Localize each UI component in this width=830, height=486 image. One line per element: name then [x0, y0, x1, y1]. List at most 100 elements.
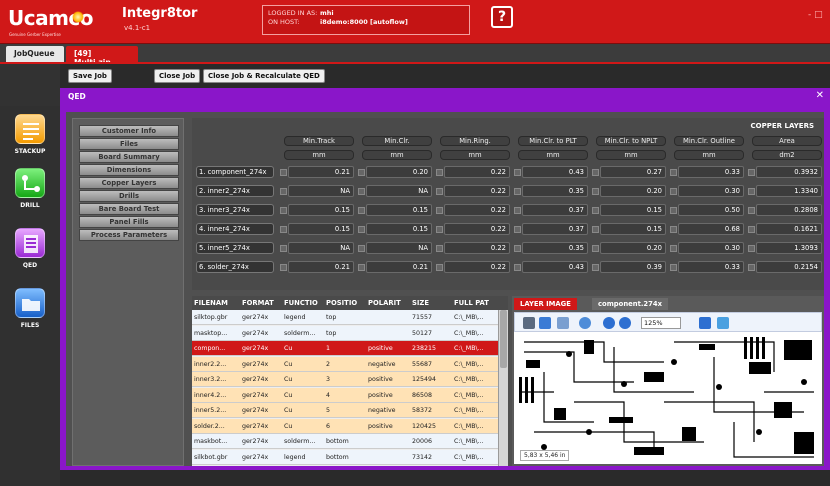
fullscreen-icon[interactable]: [717, 317, 729, 329]
copper-cell-checkbox[interactable]: [592, 207, 599, 214]
files-table-row[interactable]: masktop... ger274x solderm... top 50127 C:\_M…: [192, 325, 498, 341]
copper-cell-checkbox[interactable]: [436, 226, 443, 233]
copper-cell-checkbox[interactable]: [514, 264, 521, 271]
files-table-row[interactable]: inner2.2... ger274x Cu 2 negative 55687 C:\_MB…: [192, 356, 498, 372]
zoom-out-icon[interactable]: [603, 317, 615, 329]
copper-cell-checkbox[interactable]: [670, 207, 677, 214]
save-job-button[interactable]: Save Job: [68, 69, 112, 83]
zoom-in-icon[interactable]: [619, 317, 631, 329]
copper-cell-checkbox[interactable]: [358, 188, 365, 195]
close-job-button[interactable]: Close Job: [154, 69, 201, 83]
pcb-layer-image[interactable]: 5,83 x 5,46 in: [514, 332, 822, 464]
copper-cell-checkbox[interactable]: [358, 226, 365, 233]
copper-cell-checkbox[interactable]: [436, 169, 443, 176]
copper-cell-checkbox[interactable]: [670, 264, 677, 271]
copper-cell-checkbox[interactable]: [592, 169, 599, 176]
copper-cell-checkbox[interactable]: [748, 207, 755, 214]
side-bare-board-test[interactable]: Bare Board Test: [79, 203, 179, 215]
side-process-parameters[interactable]: Process Parameters: [79, 229, 179, 241]
nav-files[interactable]: FILES: [10, 288, 50, 336]
refresh-icon[interactable]: [579, 317, 591, 329]
copper-cell-checkbox[interactable]: [670, 188, 677, 195]
copper-cell-checkbox[interactable]: [748, 264, 755, 271]
files-table-row[interactable]: inner5.2... ger274x Cu 5 negative 58372 C:\_MB…: [192, 403, 498, 418]
files-cell-name: solder.2...: [194, 422, 225, 430]
copper-cell: NA: [366, 185, 432, 197]
files-col-header[interactable]: POSITIO: [326, 299, 357, 307]
window-controls[interactable]: - □: [808, 10, 823, 20]
copper-cell-checkbox[interactable]: [280, 169, 287, 176]
help-button[interactable]: ?: [491, 6, 513, 28]
files-table-row[interactable]: compon... ger274x Cu 1 positive 238215 C:\_MB\…: [192, 341, 498, 356]
side-customer-info[interactable]: Customer Info: [79, 125, 179, 137]
copper-cell-checkbox[interactable]: [670, 245, 677, 252]
files-col-header[interactable]: FILENAM: [194, 299, 228, 307]
nav-qed[interactable]: QED: [10, 228, 50, 276]
save-icon[interactable]: [539, 317, 551, 329]
fit-icon[interactable]: [699, 317, 711, 329]
copper-cell-checkbox[interactable]: [592, 188, 599, 195]
copper-cell-checkbox[interactable]: [514, 207, 521, 214]
copper-cell-checkbox[interactable]: [748, 188, 755, 195]
files-table-row[interactable]: silktop.gbr ger274x legend top 71557 C:\_MB\.…: [192, 310, 498, 325]
copper-cell-checkbox[interactable]: [670, 169, 677, 176]
files-cell-format: ger274x: [242, 407, 269, 414]
close-recalc-button[interactable]: Close Job & Recalculate QED: [203, 69, 325, 83]
copper-cell-checkbox[interactable]: [280, 226, 287, 233]
files-scrollbar[interactable]: [498, 310, 508, 466]
side-drills[interactable]: Drills: [79, 190, 179, 202]
files-table-row[interactable]: silkbot.gbr ger274x legend bottom 73142 C:\_M…: [192, 449, 498, 465]
nav-drill[interactable]: DRILL: [10, 168, 50, 216]
tab-layer-image[interactable]: LAYER IMAGE: [514, 298, 577, 310]
side-board-summary[interactable]: Board Summary: [79, 151, 179, 163]
copper-cell-checkbox[interactable]: [748, 169, 755, 176]
files-col-header[interactable]: SIZE: [412, 299, 429, 307]
side-panel-fills[interactable]: Panel Fills: [79, 216, 179, 228]
copper-cell-checkbox[interactable]: [358, 245, 365, 252]
files-table-row[interactable]: inner4.2... ger274x Cu 4 positive 86508 C:\_MB…: [192, 387, 498, 403]
files-col-header[interactable]: FUNCTIO: [284, 299, 318, 307]
side-files[interactable]: Files: [79, 138, 179, 150]
copper-cell-checkbox[interactable]: [514, 226, 521, 233]
copper-cell-checkbox[interactable]: [280, 264, 287, 271]
files-table-row[interactable]: solder.2... ger274x Cu 6 positive 120425 C:\_M…: [192, 418, 498, 434]
copper-row-label: 4. inner4_274x: [196, 223, 274, 235]
copper-cell-checkbox[interactable]: [514, 245, 521, 252]
copper-cell-checkbox[interactable]: [748, 245, 755, 252]
scroll-thumb[interactable]: [500, 310, 507, 368]
files-table-row[interactable]: maskbot... ger274x solderm... bottom 20006 C:…: [192, 434, 498, 449]
tab-layer-file[interactable]: component.274x: [592, 298, 669, 310]
tab-jobqueue[interactable]: JobQueue: [6, 46, 64, 62]
copper-cell-checkbox[interactable]: [280, 188, 287, 195]
copper-cell-checkbox[interactable]: [514, 188, 521, 195]
copper-cell-checkbox[interactable]: [748, 226, 755, 233]
nav-stackup[interactable]: STACKUP: [10, 114, 50, 162]
copper-cell-checkbox[interactable]: [280, 207, 287, 214]
files-col-header[interactable]: FORMAT: [242, 299, 274, 307]
files-table-row[interactable]: inner3.2... ger274x Cu 3 positive 125494 C:\_M…: [192, 372, 498, 387]
copper-col-unit: mm: [284, 150, 354, 160]
zoom-select[interactable]: 125%: [641, 317, 681, 329]
side-copper-layers[interactable]: Copper Layers: [79, 177, 179, 189]
copper-cell-checkbox[interactable]: [436, 188, 443, 195]
copper-cell-checkbox[interactable]: [436, 207, 443, 214]
copper-cell-checkbox[interactable]: [436, 245, 443, 252]
copper-cell-checkbox[interactable]: [592, 245, 599, 252]
copper-cell-checkbox[interactable]: [436, 264, 443, 271]
files-col-header[interactable]: POLARIT: [368, 299, 401, 307]
copper-cell-checkbox[interactable]: [358, 264, 365, 271]
files-col-header[interactable]: FULL PAT: [454, 299, 489, 307]
copper-cell-checkbox[interactable]: [358, 169, 365, 176]
side-dimensions[interactable]: Dimensions: [79, 164, 179, 176]
layers-icon[interactable]: [557, 317, 569, 329]
copper-cell-checkbox[interactable]: [592, 226, 599, 233]
tab-multi-zip[interactable]: [49] Multi.zip: [66, 46, 138, 67]
copper-cell-checkbox[interactable]: [592, 264, 599, 271]
qed-panel-title: QED: [68, 92, 86, 101]
copper-cell-checkbox[interactable]: [358, 207, 365, 214]
copper-cell-checkbox[interactable]: [280, 245, 287, 252]
copper-cell-checkbox[interactable]: [670, 226, 677, 233]
copper-cell-checkbox[interactable]: [514, 169, 521, 176]
print-icon[interactable]: [523, 317, 535, 329]
close-icon[interactable]: ✕: [816, 90, 824, 101]
